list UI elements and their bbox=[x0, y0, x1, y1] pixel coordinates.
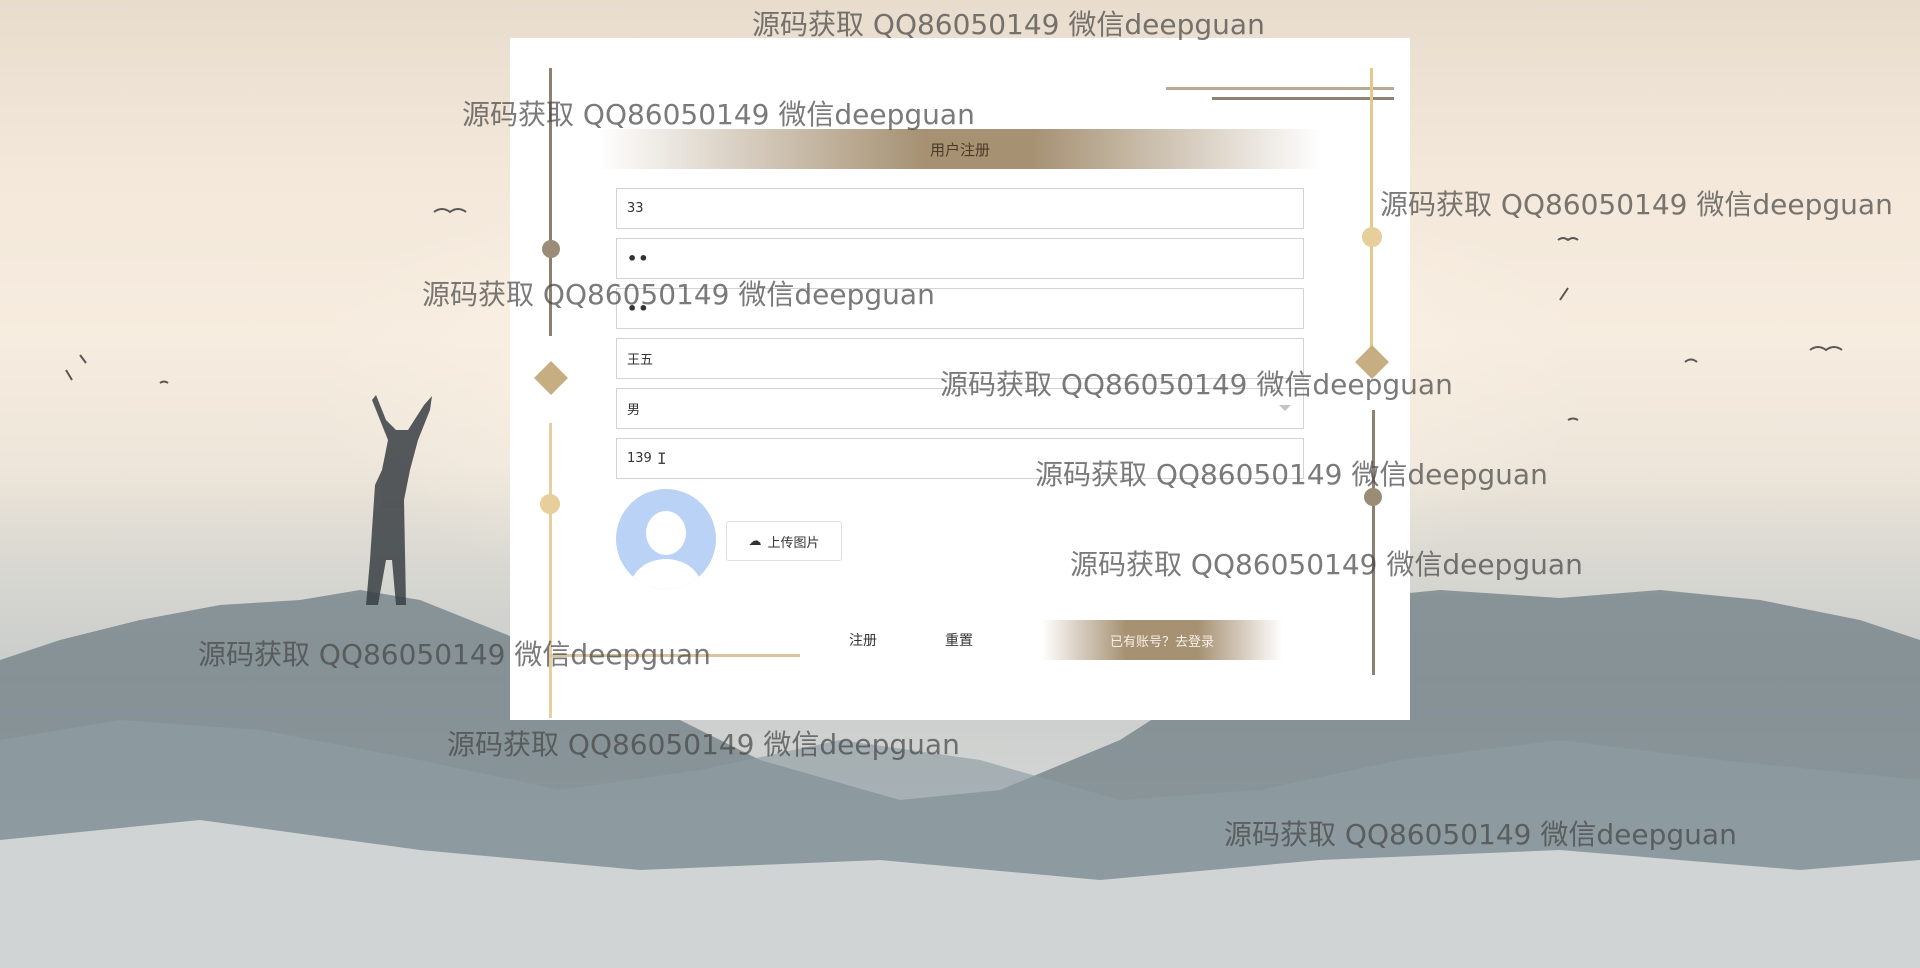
watermark: 源码获取 QQ86050149 微信deepguan bbox=[752, 8, 1265, 41]
page-title: 用户注册 bbox=[929, 140, 990, 159]
go-login-button[interactable]: 已有账号？去登录 bbox=[1042, 620, 1282, 660]
username-value: 33 bbox=[627, 201, 644, 216]
watermark: 源码获取 QQ86050149 微信deepguan bbox=[1224, 818, 1737, 851]
watermark: 源码获取 QQ86050149 微信deepguan bbox=[198, 638, 711, 671]
watermark: 源码获取 QQ86050149 微信deepguan bbox=[1070, 548, 1583, 581]
decor-line-right-gold bbox=[1370, 68, 1373, 353]
phone-value: 139 bbox=[627, 451, 652, 466]
cloud-upload-icon: ☁ bbox=[748, 533, 762, 549]
chevron-down-icon bbox=[1279, 405, 1291, 411]
gender-selected-value: 男 bbox=[627, 403, 641, 418]
watermark: 源码获取 QQ86050149 微信deepguan bbox=[447, 728, 960, 761]
name-value: 王五 bbox=[627, 353, 654, 368]
watermark: 源码获取 QQ86050149 微信deepguan bbox=[1380, 188, 1893, 221]
form-title-bar: 用户注册 bbox=[598, 129, 1322, 169]
watermark: 源码获取 QQ86050149 微信deepguan bbox=[1035, 458, 1548, 491]
avatar-head-shape bbox=[646, 511, 686, 555]
decor-line-left-gold bbox=[549, 423, 552, 718]
avatar-preview bbox=[616, 489, 716, 589]
watermark: 源码获取 QQ86050149 微信deepguan bbox=[462, 98, 975, 131]
watermark: 源码获取 QQ86050149 微信deepguan bbox=[422, 278, 935, 311]
go-login-label: 已有账号？去登录 bbox=[1109, 634, 1214, 650]
avatar-body-shape bbox=[630, 559, 702, 589]
decor-dot-right-gold bbox=[1362, 227, 1382, 247]
upload-label: 上传图片 bbox=[767, 535, 820, 551]
upload-image-button[interactable]: ☁ 上传图片 bbox=[726, 521, 842, 561]
reset-button[interactable]: 重置 bbox=[928, 620, 990, 660]
decor-hline-top-right-1 bbox=[1166, 87, 1394, 90]
text-cursor-icon: I bbox=[657, 449, 667, 468]
decor-diamond-left bbox=[534, 361, 568, 395]
decor-dot-left bbox=[542, 240, 560, 258]
register-button[interactable]: 注册 bbox=[832, 620, 894, 660]
watermark: 源码获取 QQ86050149 微信deepguan bbox=[940, 368, 1453, 401]
register-label: 注册 bbox=[849, 633, 877, 649]
decor-dot-left-gold bbox=[540, 494, 560, 514]
reset-label: 重置 bbox=[945, 633, 973, 649]
password-value: •• bbox=[627, 249, 650, 268]
username-field[interactable]: 33 bbox=[616, 188, 1304, 229]
decor-hline-top-right-2 bbox=[1212, 97, 1394, 100]
